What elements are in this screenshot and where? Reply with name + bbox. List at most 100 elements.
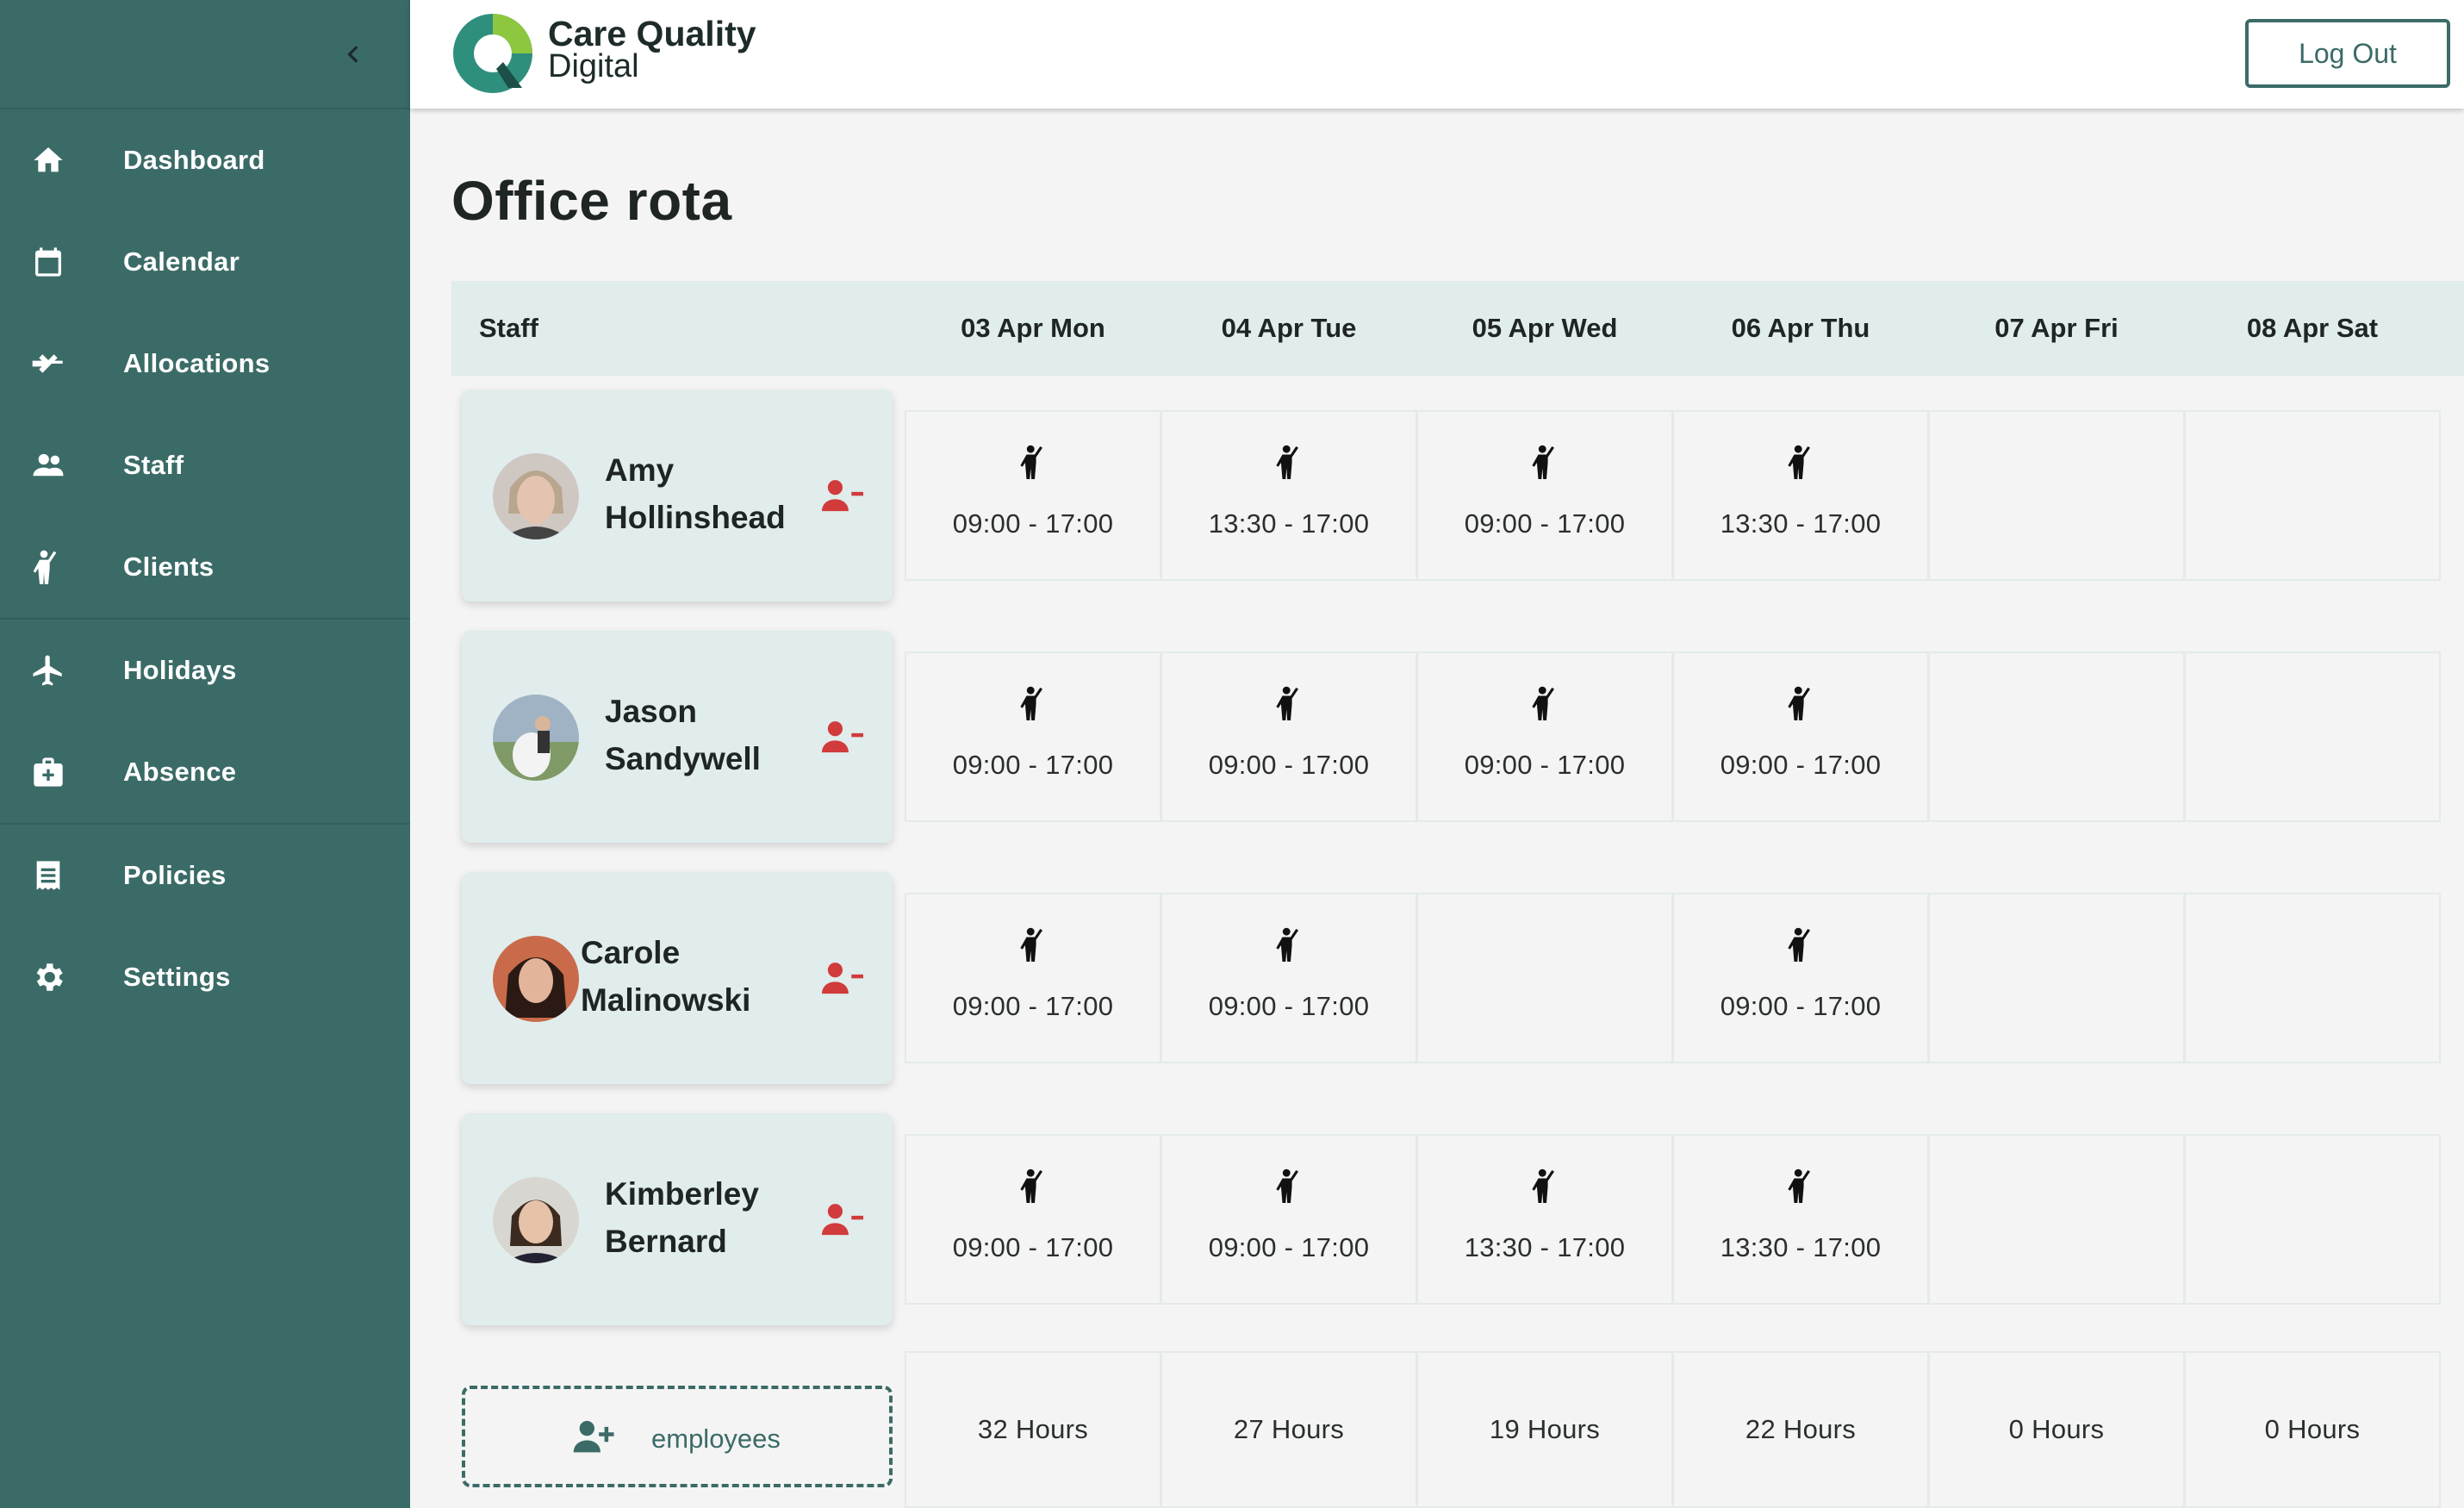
shift-time: 09:00 - 17:00 [1464, 508, 1626, 539]
shift-cell[interactable]: 09:00 - 17:00 [905, 893, 1161, 1063]
sidebar-item-staff[interactable]: Staff [0, 414, 410, 516]
shift-cell[interactable]: 13:30 - 17:00 [1672, 1134, 1929, 1305]
staff-last-name: Hollinshead [605, 500, 786, 535]
client-visit-icon [1786, 443, 1819, 483]
shift-cell[interactable] [2184, 651, 2441, 822]
shift-cell[interactable] [2184, 893, 2441, 1063]
avatar [493, 453, 579, 539]
sidebar-item-calendar[interactable]: Calendar [0, 211, 410, 313]
shift-cell[interactable] [1928, 410, 2185, 581]
client-visit-icon [1274, 684, 1307, 724]
sidebar-collapse-button[interactable] [334, 34, 374, 74]
shift-cell[interactable]: 09:00 - 17:00 [1160, 651, 1417, 822]
logout-button[interactable]: Log Out [2245, 19, 2450, 88]
staff-first-name: Jason [605, 694, 697, 729]
client-visit-icon [1530, 443, 1563, 483]
shift-cell[interactable]: 09:00 - 17:00 [1160, 893, 1417, 1063]
sidebar-top [0, 0, 410, 109]
shift-cell[interactable]: 09:00 - 17:00 [1160, 1134, 1417, 1305]
airplane-icon [28, 650, 69, 691]
top-header: Care Quality Digital Log Out [410, 0, 2464, 109]
staff-card[interactable]: Kimberley Bernard [462, 1113, 893, 1325]
staff-first-name: Carole [581, 935, 681, 970]
shift-cell[interactable] [2184, 1134, 2441, 1305]
shift-time: 13:30 - 17:00 [1464, 1232, 1626, 1262]
shift-time: 13:30 - 17:00 [1208, 508, 1370, 539]
shift-cell[interactable] [2184, 410, 2441, 581]
staff-name: Jason Sandywell [605, 688, 829, 782]
shift-cell[interactable]: 13:30 - 17:00 [1416, 1134, 1673, 1305]
sidebar-item-allocations[interactable]: Allocations [0, 313, 410, 414]
sidebar-item-clients[interactable]: Clients [0, 516, 410, 618]
shift-time: 13:30 - 17:00 [1720, 1232, 1882, 1262]
client-visit-icon [1786, 925, 1819, 965]
shift-time: 09:00 - 17:00 [1208, 1232, 1370, 1262]
add-employees-button[interactable]: employees [462, 1386, 893, 1487]
sidebar-item-label: Settings [123, 962, 231, 992]
shift-cell[interactable]: 13:30 - 17:00 [1160, 410, 1417, 581]
sidebar-item-label: Holidays [123, 655, 237, 685]
swap-arrows-icon [28, 343, 69, 384]
shift-cell[interactable] [1928, 1134, 2185, 1305]
sidebar-item-label: Clients [123, 551, 215, 582]
total-hours-cell: 0 Hours [2184, 1351, 2441, 1508]
shift-cell[interactable]: 09:00 - 17:00 [905, 651, 1161, 822]
day-column-header: 07 Apr Fri [1994, 313, 2119, 343]
avatar [493, 695, 579, 781]
sidebar-item-policies[interactable]: Policies [0, 825, 410, 926]
shift-cell[interactable]: 09:00 - 17:00 [1672, 893, 1929, 1063]
add-person-icon [573, 1420, 614, 1453]
sidebar-item-label: Calendar [123, 246, 240, 277]
avatar [493, 1177, 579, 1263]
shift-cell[interactable]: 09:00 - 17:00 [905, 1134, 1161, 1305]
staff-card[interactable]: Carole Malinowski [462, 872, 893, 1084]
avatar [493, 936, 579, 1022]
remove-person-icon[interactable] [822, 477, 863, 515]
total-hours-cell: 0 Hours [1928, 1351, 2185, 1508]
client-visit-icon [1274, 1167, 1307, 1206]
staff-first-name: Amy [605, 452, 675, 488]
sidebar-item-label: Allocations [123, 348, 271, 378]
total-hours-cell: 22 Hours [1672, 1351, 1929, 1508]
staff-first-name: Kimberley [605, 1176, 759, 1212]
shift-time: 09:00 - 17:00 [1208, 750, 1370, 780]
client-visit-icon [1274, 925, 1307, 965]
staff-name: Amy Hollinshead [605, 446, 829, 541]
add-employees-label: employees [651, 1424, 781, 1454]
client-visit-icon [1018, 925, 1051, 965]
day-column-header: 04 Apr Tue [1221, 313, 1357, 343]
care-quality-logo[interactable] [451, 12, 534, 95]
staff-last-name: Malinowski [581, 982, 751, 1018]
shift-time: 09:00 - 17:00 [952, 508, 1114, 539]
sidebar-item-label: Dashboard [123, 145, 265, 175]
sidebar-item-holidays[interactable]: Holidays [0, 620, 410, 721]
remove-person-icon[interactable] [822, 719, 863, 757]
sidebar-item-absence[interactable]: Absence [0, 721, 410, 823]
client-visit-icon [1018, 684, 1051, 724]
shift-cell[interactable]: 09:00 - 17:00 [905, 410, 1161, 581]
day-column-header: 06 Apr Thu [1731, 313, 1870, 343]
client-visit-icon [1018, 443, 1051, 483]
staff-name: Carole Malinowski [581, 929, 805, 1024]
shift-time: 13:30 - 17:00 [1720, 508, 1882, 539]
staff-card[interactable]: Jason Sandywell [462, 631, 893, 843]
sidebar-item-dashboard[interactable]: Dashboard [0, 109, 410, 211]
shift-time: 09:00 - 17:00 [952, 991, 1114, 1021]
sidebar-item-label: Policies [123, 860, 227, 890]
shift-cell[interactable]: 09:00 - 17:00 [1672, 651, 1929, 822]
client-visit-icon [1530, 684, 1563, 724]
staff-card[interactable]: Amy Hollinshead [462, 389, 893, 601]
staff-column-header: Staff [479, 313, 538, 343]
client-visit-icon [1530, 1167, 1563, 1206]
shift-cell[interactable] [1928, 651, 2185, 822]
shift-cell[interactable]: 09:00 - 17:00 [1416, 651, 1673, 822]
remove-person-icon[interactable] [822, 960, 863, 998]
sidebar-item-settings[interactable]: Settings [0, 926, 410, 1028]
client-visit-icon [1786, 1167, 1819, 1206]
total-hours-cell: 32 Hours [905, 1351, 1161, 1508]
shift-cell[interactable]: 09:00 - 17:00 [1416, 410, 1673, 581]
shift-cell[interactable] [1416, 893, 1673, 1063]
shift-cell[interactable]: 13:30 - 17:00 [1672, 410, 1929, 581]
remove-person-icon[interactable] [822, 1201, 863, 1239]
shift-cell[interactable] [1928, 893, 2185, 1063]
